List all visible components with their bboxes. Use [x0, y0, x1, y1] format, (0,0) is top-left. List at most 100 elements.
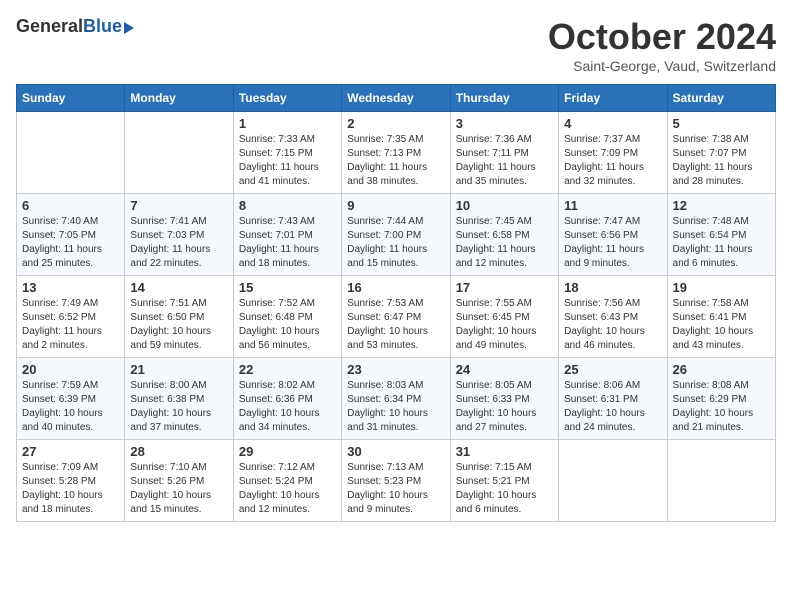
calendar-cell: 15 Sunrise: 7:52 AM Sunset: 6:48 PM Dayli… [233, 276, 341, 358]
calendar-cell: 4 Sunrise: 7:37 AM Sunset: 7:09 PM Daylig… [559, 112, 667, 194]
calendar-cell: 18 Sunrise: 7:56 AM Sunset: 6:43 PM Dayli… [559, 276, 667, 358]
day-number: 13 [22, 280, 119, 295]
header-row: Sunday Monday Tuesday Wednesday Thursday… [17, 85, 776, 112]
calendar-cell: 2Sunrise: 7:35 AM Sunset: 7:13 PM Daylig… [342, 112, 450, 194]
day-info: Sunrise: 7:49 AM Sunset: 6:52 PM Dayligh… [22, 297, 119, 353]
day-number: 6 [22, 198, 119, 213]
header-saturday: Saturday [667, 85, 775, 112]
day-info: Sunrise: 7:43 AM Sunset: 7:01 PM Dayligh… [239, 215, 336, 271]
day-number: 7 [130, 198, 227, 213]
day-number: 11 [564, 198, 661, 213]
calendar-cell: 28Sunrise: 7:10 AM Sunset: 5:26 PM Dayli… [125, 440, 233, 522]
calendar-header: Sunday Monday Tuesday Wednesday Thursday… [17, 85, 776, 112]
day-info: Sunrise: 7:12 AM Sunset: 5:24 PM Dayligh… [239, 461, 336, 517]
day-info: Sunrise: 7:45 AM Sunset: 6:58 PM Dayligh… [456, 215, 553, 271]
calendar-cell: 3 Sunrise: 7:36 AM Sunset: 7:11 PM Daylig… [450, 112, 558, 194]
day-info: Sunrise: 7:37 AM Sunset: 7:09 PM Dayligh… [564, 133, 661, 189]
calendar-table: Sunday Monday Tuesday Wednesday Thursday… [16, 84, 776, 522]
calendar-cell: 9Sunrise: 7:44 AM Sunset: 7:00 PM Daylig… [342, 194, 450, 276]
calendar-cell: 19 Sunrise: 7:58 AM Sunset: 6:41 PM Dayli… [667, 276, 775, 358]
day-number: 24 [456, 362, 553, 377]
day-info: Sunrise: 7:41 AM Sunset: 7:03 PM Dayligh… [130, 215, 227, 271]
day-number: 4 [564, 116, 661, 131]
day-info: Sunrise: 7:09 AM Sunset: 5:28 PM Dayligh… [22, 461, 119, 517]
calendar-cell: 26 Sunrise: 8:08 AM Sunset: 6:29 PM Dayli… [667, 358, 775, 440]
header-friday: Friday [559, 85, 667, 112]
logo-arrow-icon [124, 22, 134, 34]
day-number: 15 [239, 280, 336, 295]
day-info: Sunrise: 7:58 AM Sunset: 6:41 PM Dayligh… [673, 297, 770, 353]
logo-blue-text: Blue [83, 16, 122, 37]
day-number: 16 [347, 280, 444, 295]
day-info: Sunrise: 8:00 AM Sunset: 6:38 PM Dayligh… [130, 379, 227, 435]
day-info: Sunrise: 7:56 AM Sunset: 6:43 PM Dayligh… [564, 297, 661, 353]
calendar-cell [125, 112, 233, 194]
calendar-cell: 14 Sunrise: 7:51 AM Sunset: 6:50 PM Dayli… [125, 276, 233, 358]
day-info: Sunrise: 7:53 AM Sunset: 6:47 PM Dayligh… [347, 297, 444, 353]
calendar-week-2: 6Sunrise: 7:40 AM Sunset: 7:05 PM Daylig… [17, 194, 776, 276]
day-number: 29 [239, 444, 336, 459]
day-info: Sunrise: 7:44 AM Sunset: 7:00 PM Dayligh… [347, 215, 444, 271]
calendar-cell [667, 440, 775, 522]
calendar-cell [17, 112, 125, 194]
day-number: 3 [456, 116, 553, 131]
day-info: Sunrise: 8:06 AM Sunset: 6:31 PM Dayligh… [564, 379, 661, 435]
day-number: 23 [347, 362, 444, 377]
day-number: 26 [673, 362, 770, 377]
calendar-cell: 13 Sunrise: 7:49 AM Sunset: 6:52 PM Dayli… [17, 276, 125, 358]
calendar-cell: 1 Sunrise: 7:33 AM Sunset: 7:15 PM Daylig… [233, 112, 341, 194]
month-title: October 2024 [548, 16, 776, 58]
day-number: 19 [673, 280, 770, 295]
day-info: Sunrise: 7:36 AM Sunset: 7:11 PM Dayligh… [456, 133, 553, 189]
day-info: Sunrise: 8:05 AM Sunset: 6:33 PM Dayligh… [456, 379, 553, 435]
logo-general-text: General [16, 16, 83, 37]
calendar-cell: 6Sunrise: 7:40 AM Sunset: 7:05 PM Daylig… [17, 194, 125, 276]
day-number: 17 [456, 280, 553, 295]
day-number: 28 [130, 444, 227, 459]
day-info: Sunrise: 7:15 AM Sunset: 5:21 PM Dayligh… [456, 461, 553, 517]
day-number: 18 [564, 280, 661, 295]
title-section: October 2024 Saint-George, Vaud, Switzer… [548, 16, 776, 74]
day-info: Sunrise: 8:03 AM Sunset: 6:34 PM Dayligh… [347, 379, 444, 435]
calendar-cell: 31 Sunrise: 7:15 AM Sunset: 5:21 PM Dayli… [450, 440, 558, 522]
header-tuesday: Tuesday [233, 85, 341, 112]
day-info: Sunrise: 7:51 AM Sunset: 6:50 PM Dayligh… [130, 297, 227, 353]
day-info: Sunrise: 8:02 AM Sunset: 6:36 PM Dayligh… [239, 379, 336, 435]
day-info: Sunrise: 8:08 AM Sunset: 6:29 PM Dayligh… [673, 379, 770, 435]
day-info: Sunrise: 7:52 AM Sunset: 6:48 PM Dayligh… [239, 297, 336, 353]
day-number: 10 [456, 198, 553, 213]
day-number: 31 [456, 444, 553, 459]
day-number: 22 [239, 362, 336, 377]
calendar-week-1: 1 Sunrise: 7:33 AM Sunset: 7:15 PM Daylig… [17, 112, 776, 194]
location-subtitle: Saint-George, Vaud, Switzerland [548, 58, 776, 74]
day-info: Sunrise: 7:55 AM Sunset: 6:45 PM Dayligh… [456, 297, 553, 353]
calendar-week-4: 20Sunrise: 7:59 AM Sunset: 6:39 PM Dayli… [17, 358, 776, 440]
day-info: Sunrise: 7:48 AM Sunset: 6:54 PM Dayligh… [673, 215, 770, 271]
day-number: 21 [130, 362, 227, 377]
calendar-cell: 16 Sunrise: 7:53 AM Sunset: 6:47 PM Dayli… [342, 276, 450, 358]
day-number: 14 [130, 280, 227, 295]
calendar-cell: 23 Sunrise: 8:03 AM Sunset: 6:34 PM Dayli… [342, 358, 450, 440]
day-info: Sunrise: 7:33 AM Sunset: 7:15 PM Dayligh… [239, 133, 336, 189]
day-number: 27 [22, 444, 119, 459]
header-sunday: Sunday [17, 85, 125, 112]
calendar-cell: 7 Sunrise: 7:41 AM Sunset: 7:03 PM Daylig… [125, 194, 233, 276]
day-info: Sunrise: 7:13 AM Sunset: 5:23 PM Dayligh… [347, 461, 444, 517]
calendar-cell: 30Sunrise: 7:13 AM Sunset: 5:23 PM Dayli… [342, 440, 450, 522]
header-thursday: Thursday [450, 85, 558, 112]
calendar-cell: 8Sunrise: 7:43 AM Sunset: 7:01 PM Daylig… [233, 194, 341, 276]
logo: General Blue [16, 16, 134, 37]
calendar-cell: 10 Sunrise: 7:45 AM Sunset: 6:58 PM Dayli… [450, 194, 558, 276]
day-number: 1 [239, 116, 336, 131]
page-header: General Blue October 2024 Saint-George, … [16, 16, 776, 74]
day-number: 25 [564, 362, 661, 377]
calendar-cell [559, 440, 667, 522]
day-info: Sunrise: 7:35 AM Sunset: 7:13 PM Dayligh… [347, 133, 444, 189]
calendar-cell: 20Sunrise: 7:59 AM Sunset: 6:39 PM Dayli… [17, 358, 125, 440]
calendar-body: 1 Sunrise: 7:33 AM Sunset: 7:15 PM Daylig… [17, 112, 776, 522]
day-info: Sunrise: 7:38 AM Sunset: 7:07 PM Dayligh… [673, 133, 770, 189]
calendar-cell: 25 Sunrise: 8:06 AM Sunset: 6:31 PM Dayli… [559, 358, 667, 440]
day-info: Sunrise: 7:59 AM Sunset: 6:39 PM Dayligh… [22, 379, 119, 435]
calendar-week-3: 13 Sunrise: 7:49 AM Sunset: 6:52 PM Dayli… [17, 276, 776, 358]
calendar-cell: 29 Sunrise: 7:12 AM Sunset: 5:24 PM Dayli… [233, 440, 341, 522]
